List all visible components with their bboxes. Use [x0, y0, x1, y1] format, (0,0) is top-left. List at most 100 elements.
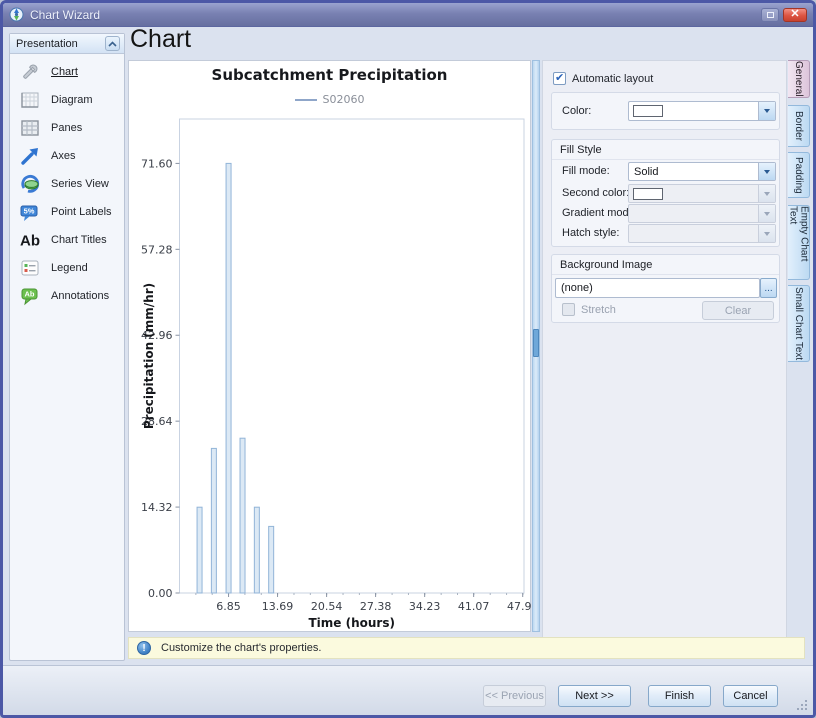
- second-color-dropdown[interactable]: [628, 184, 776, 203]
- presentation-header-label: Presentation: [16, 38, 105, 50]
- sidebar-item-annotations[interactable]: Ab Annotations: [10, 282, 124, 310]
- splitter[interactable]: [532, 60, 540, 632]
- stretch-row: Stretch: [562, 303, 616, 316]
- tab-label: Padding: [793, 157, 804, 194]
- presentation-panel: Presentation Chart: [9, 33, 125, 661]
- sidebar-item-panes[interactable]: Panes: [10, 114, 124, 142]
- legend-icon: [18, 257, 42, 279]
- options-panel: Automatic layout Color: Fill Style Fill …: [542, 60, 787, 638]
- clear-button-label: Clear: [725, 305, 751, 317]
- chart-plot: 6.8513.6920.5427.3834.2341.0747.920.0014…: [129, 61, 532, 633]
- color-label: Color:: [562, 105, 591, 117]
- gradient-mode-label: Gradient mode:: [562, 207, 628, 219]
- color-dropdown[interactable]: [628, 101, 776, 121]
- gradient-mode-dropdown[interactable]: [628, 204, 776, 223]
- finish-button-label: Finish: [665, 690, 694, 702]
- sidebar-item-label: Legend: [51, 262, 88, 274]
- chart-bar: [269, 526, 274, 593]
- y-tick-label: 0.00: [148, 587, 173, 600]
- sidebar-item-label: Chart Titles: [51, 234, 107, 246]
- fill-mode-value: Solid: [629, 166, 758, 178]
- sidebar-item-label: Annotations: [51, 290, 109, 302]
- chart-preview: 6.8513.6920.5427.3834.2341.0747.920.0014…: [128, 60, 531, 632]
- cancel-button-label: Cancel: [733, 690, 767, 702]
- sidebar-item-point-labels[interactable]: 5% Point Labels: [10, 198, 124, 226]
- sidebar-item-label: Diagram: [51, 94, 93, 106]
- titlebar[interactable]: Chart Wizard ✕: [3, 3, 813, 27]
- close-button[interactable]: ✕: [783, 8, 807, 22]
- axes-arrow-icon: [18, 145, 42, 167]
- series-view-icon: [18, 173, 42, 195]
- tab-small-chart-text[interactable]: Small Chart Text: [788, 285, 810, 362]
- sidebar-item-label: Point Labels: [51, 206, 112, 218]
- hatch-style-dropdown[interactable]: [628, 224, 776, 243]
- panes-icon: [18, 117, 42, 139]
- sidebar-item-label: Axes: [51, 150, 75, 162]
- chevron-up-icon: [108, 41, 117, 47]
- tab-label: Empty Chart Text: [788, 206, 810, 279]
- maximize-button[interactable]: [761, 8, 779, 22]
- window-title: Chart Wizard: [30, 8, 757, 22]
- tab-empty-chart-text[interactable]: Empty Chart Text: [788, 205, 810, 280]
- next-button-label: Next >>: [575, 690, 614, 702]
- next-button[interactable]: Next >>: [558, 685, 631, 707]
- legend-line-marker: [295, 99, 317, 101]
- footer: << Previous Next >> Finish Cancel: [3, 665, 813, 715]
- sidebar-item-series-view[interactable]: Series View: [10, 170, 124, 198]
- cancel-button[interactable]: Cancel: [723, 685, 778, 707]
- chevron-down-icon[interactable]: [758, 163, 775, 180]
- x-tick-label: 27.38: [360, 600, 392, 613]
- annotations-glyph: Ab: [25, 290, 35, 299]
- tab-border[interactable]: Border: [788, 105, 810, 147]
- chart-title: Subcatchment Precipitation: [129, 66, 530, 84]
- sidebar-item-legend[interactable]: Legend: [10, 254, 124, 282]
- fill-style-group: Fill Style Fill mode: Solid Second color…: [551, 139, 780, 247]
- tab-label: Border: [793, 111, 804, 141]
- browse-button[interactable]: ...: [760, 278, 777, 298]
- previous-button[interactable]: << Previous: [483, 685, 546, 707]
- chevron-down-icon[interactable]: [758, 102, 775, 120]
- color-group: Color:: [551, 92, 780, 130]
- y-tick-label: 71.60: [141, 157, 173, 170]
- fill-mode-dropdown[interactable]: Solid: [628, 162, 776, 181]
- x-tick-label: 6.85: [216, 600, 241, 613]
- y-tick-label: 14.32: [141, 501, 173, 514]
- clear-button[interactable]: Clear: [702, 301, 774, 320]
- chevron-down-icon: [758, 205, 775, 222]
- sidebar-item-chart[interactable]: Chart: [10, 58, 124, 86]
- splitter-grip[interactable]: [533, 329, 539, 357]
- stretch-checkbox[interactable]: [562, 303, 575, 316]
- tab-label: Small Chart Text: [793, 287, 804, 360]
- x-tick-label: 13.69: [262, 600, 294, 613]
- resize-grip[interactable]: [796, 699, 808, 711]
- chart-legend: S02060: [129, 93, 530, 106]
- fill-style-title: Fill Style: [552, 140, 779, 160]
- chevron-down-icon: [758, 185, 775, 202]
- sidebar-item-diagram[interactable]: Diagram: [10, 86, 124, 114]
- sidebar-item-axes[interactable]: Axes: [10, 142, 124, 170]
- hatch-style-label: Hatch style:: [562, 227, 619, 239]
- x-tick-label: 47.92: [507, 600, 532, 613]
- chart-bar: [226, 163, 231, 593]
- x-tick-label: 34.23: [409, 600, 441, 613]
- chart-titles-icon: Ab: [18, 229, 42, 251]
- legend-series-label: S02060: [323, 93, 365, 106]
- background-image-title: Background Image: [552, 255, 779, 275]
- tab-label: General: [793, 61, 804, 97]
- point-labels-glyph: 5%: [24, 207, 35, 216]
- info-icon: !: [137, 641, 151, 655]
- browse-ellipsis: ...: [764, 283, 772, 294]
- automatic-layout-checkbox[interactable]: [553, 72, 566, 85]
- collapse-panel-button[interactable]: [105, 36, 120, 51]
- sidebar-item-label: Panes: [51, 122, 82, 134]
- tab-padding[interactable]: Padding: [788, 152, 810, 198]
- second-color-swatch: [633, 188, 663, 200]
- tab-general[interactable]: General: [788, 60, 810, 98]
- chart-wizard-window: Chart Wizard ✕ Presentation Chart: [0, 0, 816, 718]
- background-image-field[interactable]: (none): [555, 278, 760, 298]
- finish-button[interactable]: Finish: [648, 685, 711, 707]
- stretch-label: Stretch: [581, 304, 616, 316]
- fill-mode-label: Fill mode:: [562, 165, 610, 177]
- diagram-icon: [18, 89, 42, 111]
- sidebar-item-chart-titles[interactable]: Ab Chart Titles: [10, 226, 124, 254]
